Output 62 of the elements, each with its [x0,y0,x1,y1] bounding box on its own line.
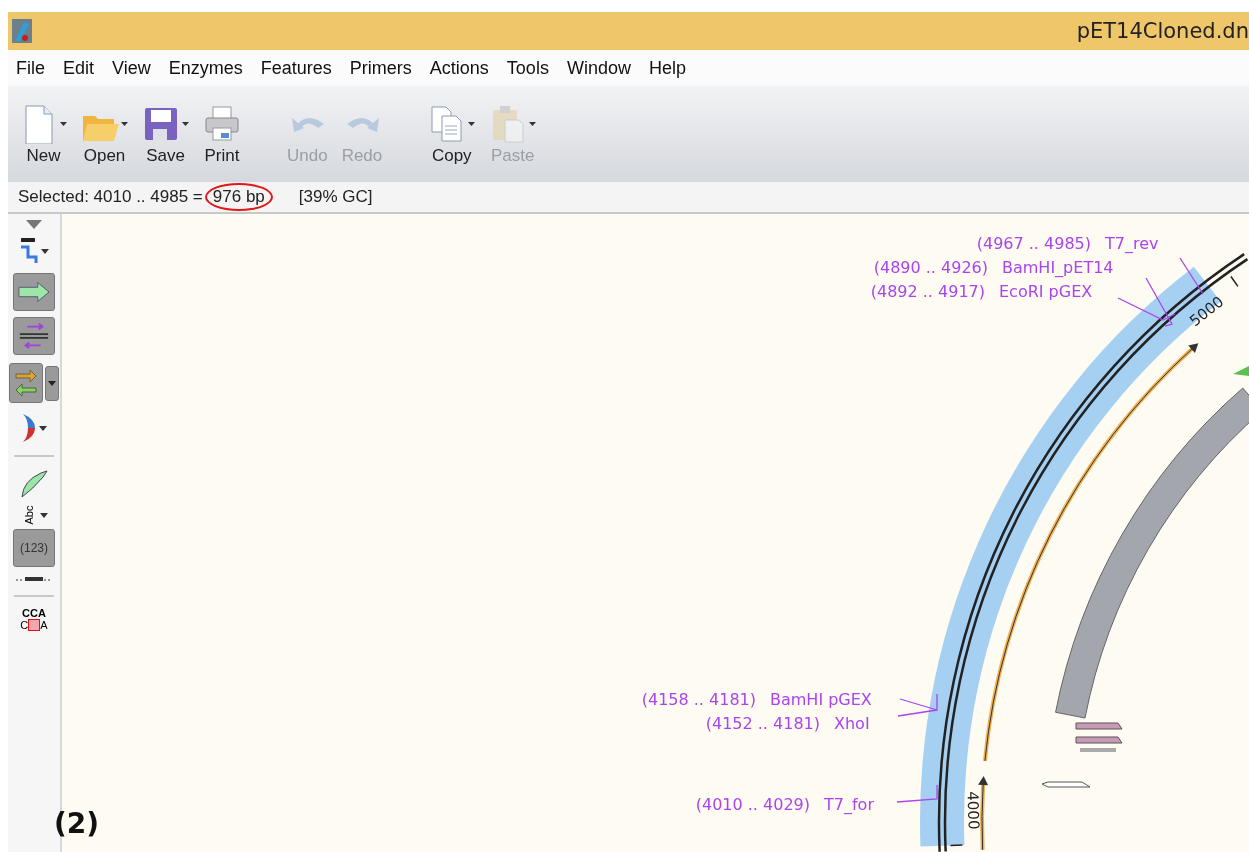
position-label: (4010 .. 4029) [695,795,810,814]
caret-icon[interactable] [121,122,128,126]
caret-icon[interactable] [182,122,189,126]
caret-icon[interactable] [60,122,67,126]
figure-label: (2) [54,807,100,840]
copy-button[interactable]: Copy [424,102,480,166]
tick-label: 4000 [963,791,983,830]
dropdown-button[interactable] [45,365,59,401]
open-button[interactable]: Open [77,102,132,166]
menu-item[interactable]: Enzymes [160,57,251,79]
ruler-line-icon[interactable] [16,575,52,583]
circled-length: 976 bp [204,183,273,211]
arc-icon[interactable] [21,413,37,443]
feature-label: T7_rev [1105,234,1159,253]
feature-label: EcoRI pGEX [999,282,1093,301]
caret-icon[interactable] [468,122,476,126]
arrow-icon [18,281,50,303]
feature-label: BamHI_pET14 [1002,258,1114,277]
menu-item[interactable]: Edit [55,57,103,79]
sequence-tool[interactable]: CCA C A [20,607,48,632]
primer-tool[interactable] [13,317,55,355]
position-label: (4152 .. 4181) [705,714,820,733]
printer-icon [203,104,241,144]
menu-item[interactable]: Actions [421,57,497,79]
menu-item[interactable]: Tools [498,57,557,79]
save-button[interactable]: Save [138,102,193,166]
text-tool[interactable]: Abc [23,505,35,525]
collapse-icon[interactable] [26,220,42,229]
new-button[interactable]: New [16,102,71,166]
feature-label: BamHI pGEX [770,690,872,709]
window-title: pET14Cloned.dn [1076,19,1249,43]
route-icon[interactable] [19,237,39,265]
leader-line [1179,257,1204,295]
app-logo-icon [12,19,32,43]
feature-label: T7_for [824,795,874,814]
menu-item[interactable]: File [8,57,53,79]
position-label: (4967 .. 4985) [976,234,1091,253]
menu-item[interactable]: Primers [341,57,420,79]
status-text: [39% GC] [298,187,373,207]
caret-icon[interactable] [40,512,49,518]
feature-marks [1075,722,1123,752]
caret-icon[interactable] [39,425,47,431]
leaf-arrow-icon[interactable] [19,469,49,499]
feature-arrow [1233,366,1249,376]
menu-item[interactable]: Features [252,57,340,79]
tick-mark [1230,275,1239,288]
feature-tool[interactable] [13,273,55,311]
menu-item[interactable]: Window [558,57,639,79]
position-label: (4890 .. 4926) [873,258,988,277]
feature-label: XhoI [834,714,870,733]
feature-arrow-outline [1041,781,1091,788]
status-text: Selected: 4010 .. 4985 = [18,187,203,207]
caret-icon [48,380,56,386]
numbering-tool[interactable]: (123) [13,529,55,567]
position-label: (4892 .. 4917) [870,282,985,301]
caret-icon[interactable] [41,248,49,254]
print-button[interactable]: Print [199,102,245,166]
menu-item[interactable]: View [104,57,159,79]
menu-item[interactable]: Help [640,57,694,79]
tick-mark [949,844,964,847]
position-label: (4158 .. 4181) [641,690,756,709]
leader-line [896,784,938,803]
